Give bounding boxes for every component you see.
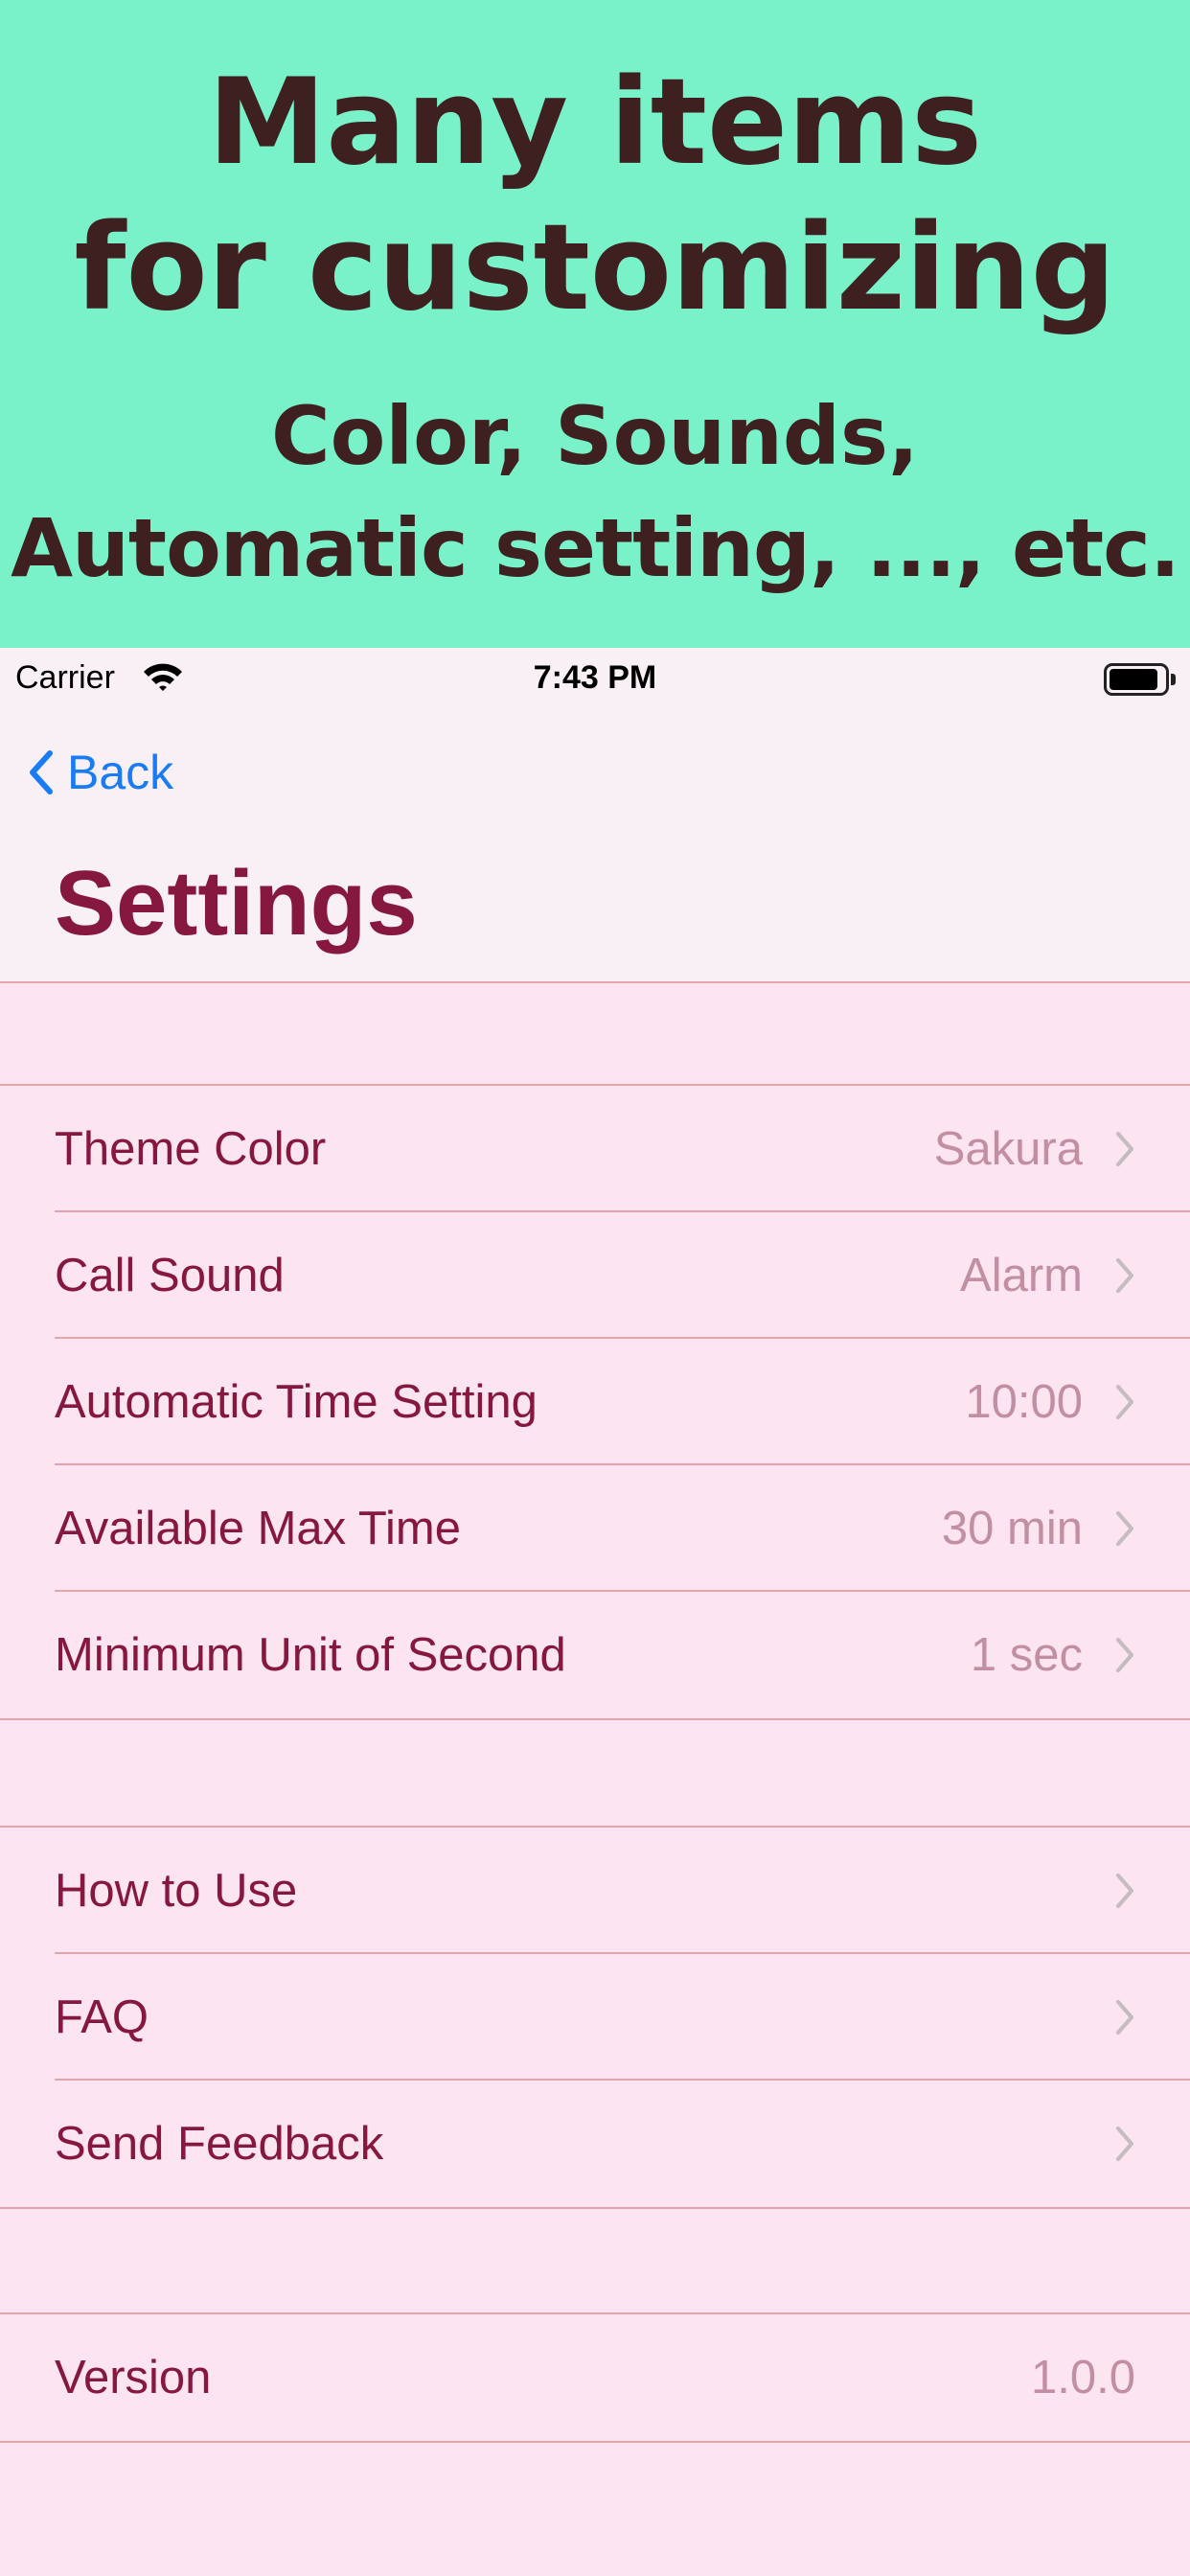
back-button[interactable]: Back (29, 738, 173, 807)
disclosure-chevron-icon (1116, 2000, 1133, 2035)
row-value: 30 min (941, 1503, 1083, 1554)
promo-headline-line1: Many items (207, 54, 983, 192)
status-bar: Carrier 7:43 PM (0, 648, 1190, 707)
page-title: Settings (55, 852, 418, 954)
minimum-unit-of-second-row[interactable]: Minimum Unit of Second 1 sec (0, 1592, 1190, 1718)
settings-section: Theme Color Sakura Call Sound Alarm Auto… (0, 1084, 1190, 1720)
back-chevron-icon (30, 750, 53, 794)
row-label: Theme Color (55, 1123, 327, 1175)
disclosure-chevron-icon (1116, 2127, 1133, 2161)
disclosure-chevron-icon (1116, 1511, 1133, 1546)
disclosure-chevron-icon (1116, 1385, 1133, 1419)
promo-headline-line2: for customizing (74, 199, 1116, 337)
promo-subline-2: Automatic setting, ..., etc. (11, 501, 1180, 595)
send-feedback-row[interactable]: Send Feedback (0, 2081, 1190, 2207)
navigation-bar: Back Settings (0, 707, 1190, 983)
version-section: Version 1.0.0 (0, 2312, 1190, 2443)
disclosure-chevron-icon (1116, 1874, 1133, 1908)
row-value: Sakura (933, 1123, 1083, 1175)
back-label: Back (67, 746, 174, 799)
phone-screen: Carrier 7:43 PM Back Settings Theme Colo… (0, 648, 1190, 2576)
version-value: 1.0.0 (1031, 2352, 1135, 2404)
row-label: Minimum Unit of Second (55, 1629, 566, 1681)
disclosure-chevron-icon (1116, 1638, 1133, 1672)
call-sound-row[interactable]: Call Sound Alarm (0, 1212, 1190, 1339)
row-label: Send Feedback (55, 2118, 384, 2170)
available-max-time-row[interactable]: Available Max Time 30 min (0, 1465, 1190, 1592)
row-value: 1 sec (970, 1629, 1083, 1681)
automatic-time-setting-row[interactable]: Automatic Time Setting 10:00 (0, 1339, 1190, 1465)
disclosure-chevron-icon (1116, 1132, 1133, 1166)
how-to-use-row[interactable]: How to Use (0, 1828, 1190, 1954)
faq-row[interactable]: FAQ (0, 1954, 1190, 2081)
help-section: How to Use FAQ Send Feedback (0, 1826, 1190, 2209)
promo-subline-1: Color, Sounds, (271, 389, 919, 483)
row-label: How to Use (55, 1865, 298, 1917)
row-value: 10:00 (965, 1376, 1083, 1428)
status-time: 7:43 PM (533, 659, 657, 696)
row-label: Available Max Time (55, 1503, 461, 1554)
row-label: Automatic Time Setting (55, 1376, 538, 1428)
disclosure-chevron-icon (1116, 1258, 1133, 1293)
row-label: Call Sound (55, 1250, 285, 1301)
version-row: Version 1.0.0 (0, 2314, 1190, 2441)
row-value: Alarm (960, 1250, 1083, 1301)
row-label: FAQ (55, 1991, 149, 2043)
promo-banner: Many items for customizing Color, Sounds… (0, 0, 1190, 648)
battery-icon (1104, 663, 1177, 696)
theme-color-row[interactable]: Theme Color Sakura (0, 1086, 1190, 1212)
version-label: Version (55, 2352, 212, 2404)
